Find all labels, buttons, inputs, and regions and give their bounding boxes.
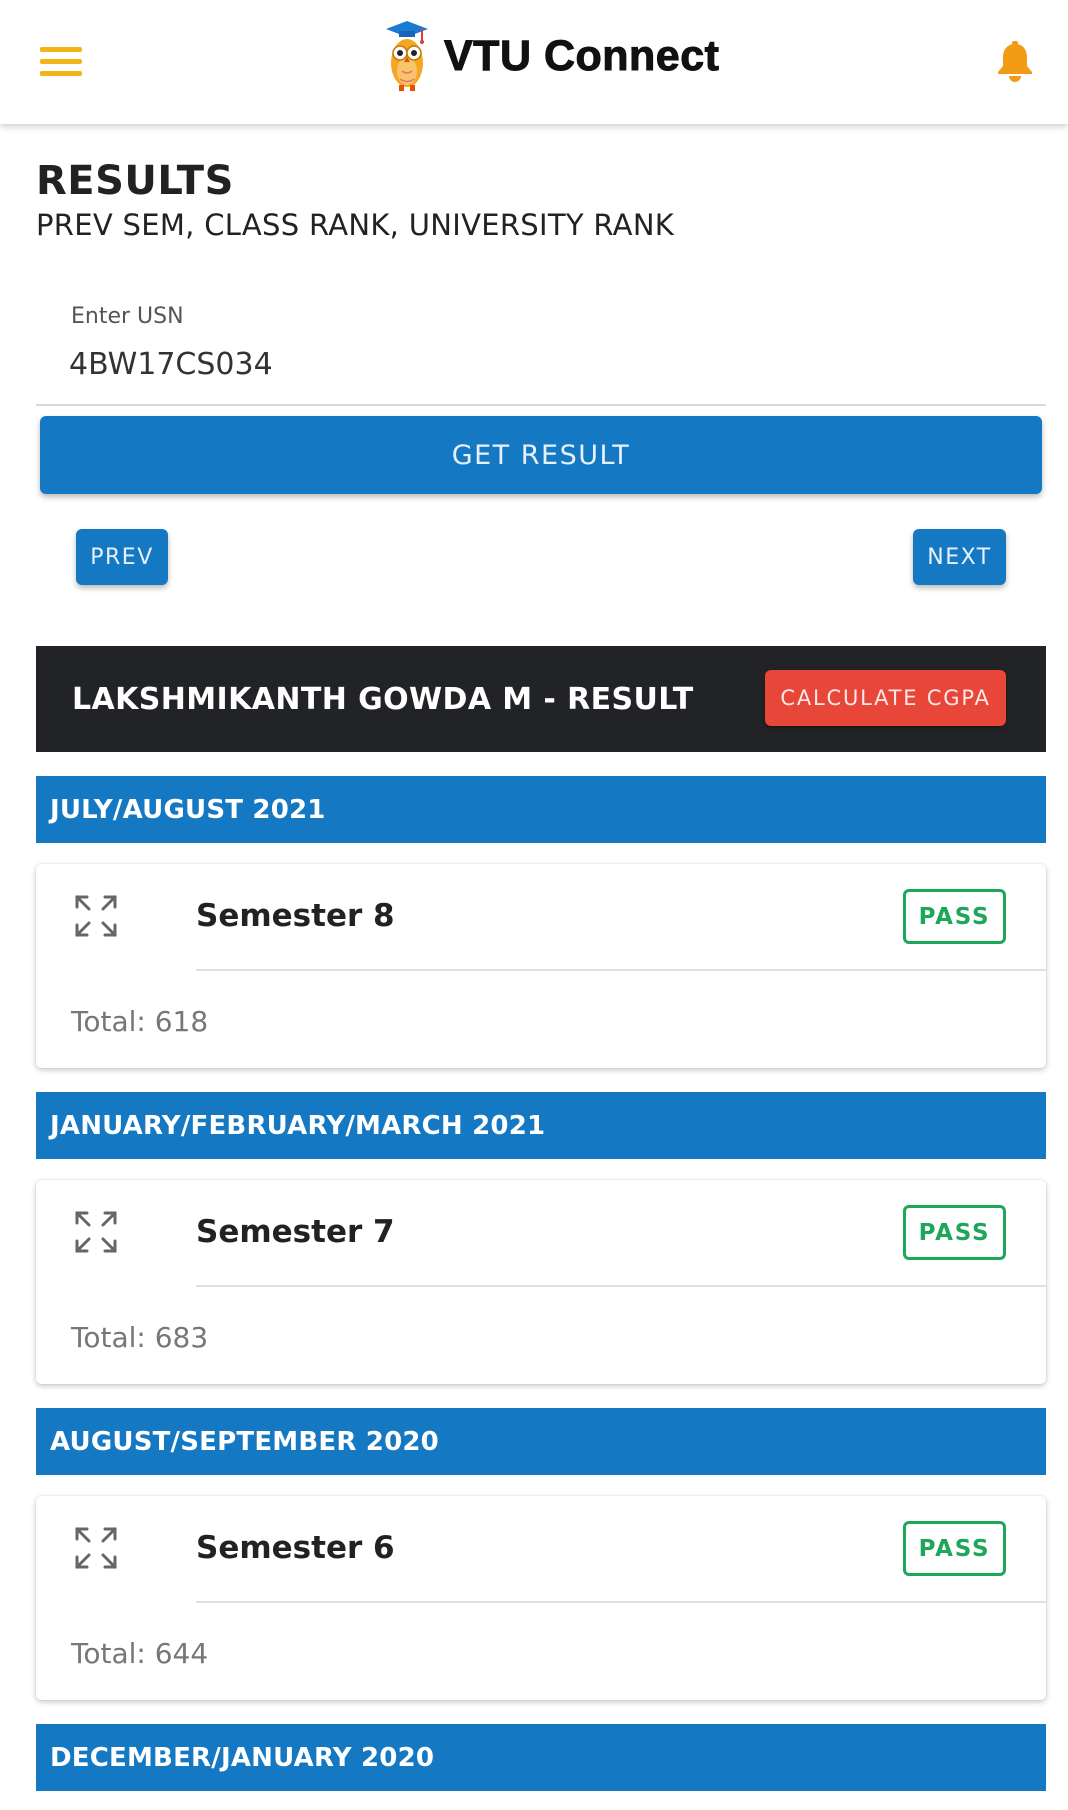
expand-arrows-icon[interactable] xyxy=(74,1526,118,1570)
semester-title: Semester 8 xyxy=(196,898,395,934)
semester-total: Total: 618 xyxy=(71,1005,209,1038)
hamburger-menu-icon[interactable] xyxy=(40,47,84,77)
next-button[interactable]: NEXT xyxy=(913,529,1006,585)
student-result-title: LAKSHMIKANTH GOWDA M - RESULT xyxy=(72,682,694,717)
get-result-button[interactable]: GET RESULT xyxy=(40,416,1042,494)
status-badge: PASS xyxy=(903,889,1006,944)
page-title: RESULTS xyxy=(36,158,234,204)
semester-card[interactable]: Semester 8 PASS Total: 618 xyxy=(36,864,1046,1068)
bell-icon[interactable] xyxy=(996,40,1034,82)
owl-graduate-icon xyxy=(386,21,428,91)
app-bar: VTU Connect xyxy=(0,0,1068,124)
semester-total: Total: 683 xyxy=(71,1321,209,1354)
app-title: VTU Connect xyxy=(443,31,720,80)
status-badge: PASS xyxy=(903,1205,1006,1260)
status-badge: PASS xyxy=(903,1521,1006,1576)
expand-arrows-icon[interactable] xyxy=(74,894,118,938)
session-header: JANUARY/FEBRUARY/MARCH 2021 xyxy=(36,1092,1046,1159)
semester-card[interactable]: Semester 6 PASS Total: 644 xyxy=(36,1496,1046,1700)
semester-title: Semester 6 xyxy=(196,1530,395,1566)
page-subtitle: PREV SEM, CLASS RANK, UNIVERSITY RANK xyxy=(36,208,675,242)
session-header: DECEMBER/JANUARY 2020 xyxy=(36,1724,1046,1791)
semester-title: Semester 7 xyxy=(196,1214,395,1250)
expand-arrows-icon[interactable] xyxy=(74,1210,118,1254)
divider xyxy=(196,1285,1046,1287)
semester-card[interactable]: Semester 7 PASS Total: 683 xyxy=(36,1180,1046,1384)
usn-label: Enter USN xyxy=(71,304,184,329)
divider xyxy=(196,969,1046,971)
session-header: AUGUST/SEPTEMBER 2020 xyxy=(36,1408,1046,1475)
result-header: LAKSHMIKANTH GOWDA M - RESULT CALCULATE … xyxy=(36,646,1046,752)
divider xyxy=(196,1601,1046,1603)
calculate-cgpa-button[interactable]: CALCULATE CGPA xyxy=(765,670,1006,726)
session-header: JULY/AUGUST 2021 xyxy=(36,776,1046,843)
prev-button[interactable]: PREV xyxy=(76,529,168,585)
app-brand: VTU Connect xyxy=(384,16,719,96)
usn-field: Enter USN xyxy=(36,296,1046,406)
usn-input[interactable] xyxy=(69,342,969,386)
semester-total: Total: 644 xyxy=(71,1637,209,1670)
